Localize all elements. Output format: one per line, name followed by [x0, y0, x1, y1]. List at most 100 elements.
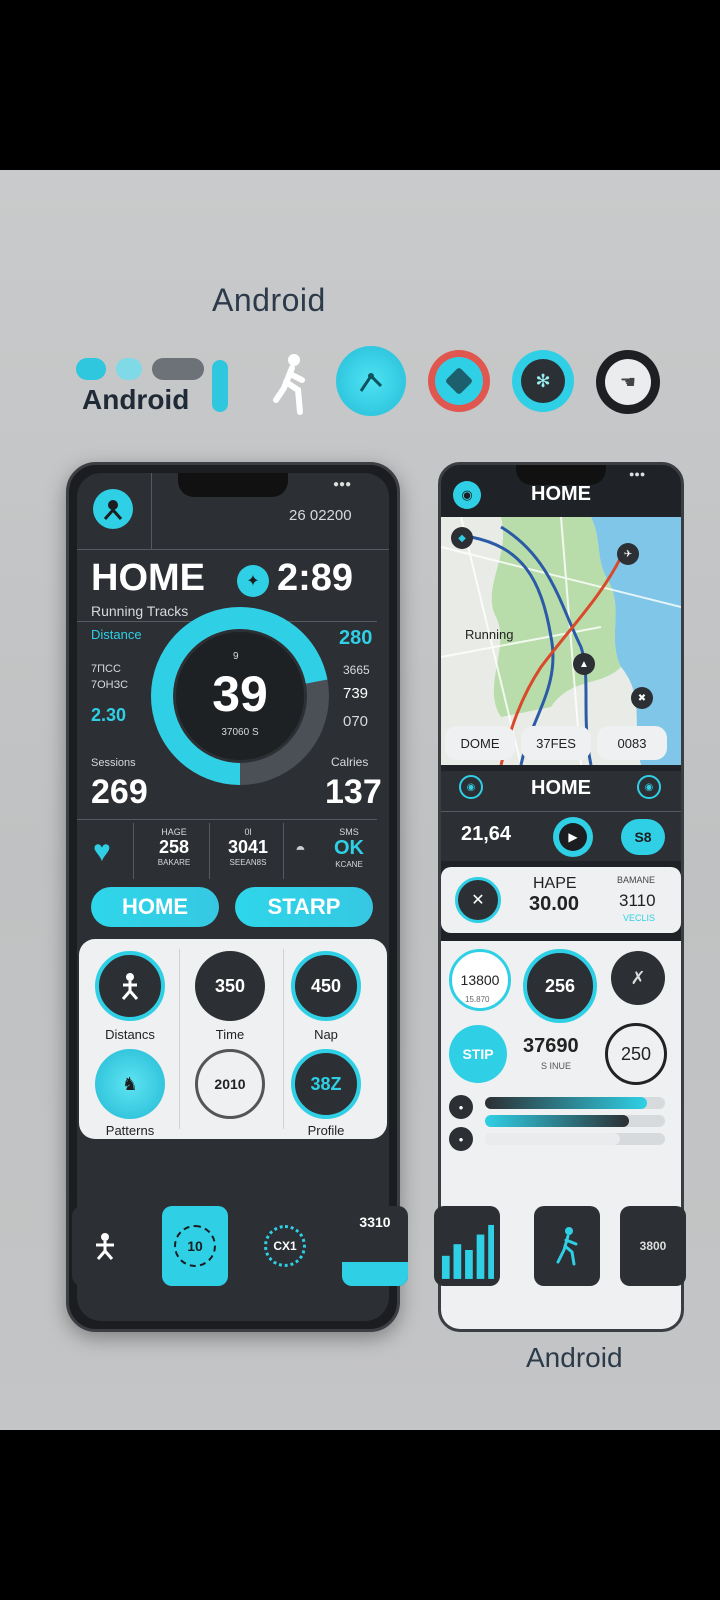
hape-card[interactable]: ✕ HAPE 30.00 BAMANE 3110 VECLIS [441, 867, 681, 933]
heart-icon[interactable]: ♥ [93, 835, 111, 869]
tile-label: Time [215, 1027, 245, 1042]
brand-title: Android [212, 282, 326, 318]
right-stat: 739 [343, 685, 369, 702]
android-logo-group: Android [76, 350, 236, 416]
circle-stat[interactable]: 256 [523, 949, 597, 1023]
showcase-canvas: Android Android ✻ ☚ 26 02200 ●●● HOME ✦ … [0, 170, 720, 1430]
stat-label-distance: Distance [91, 627, 142, 642]
location-icon[interactable]: ◉ [637, 775, 661, 799]
list-tile-icon[interactable]: 3800 [620, 1206, 686, 1286]
walker-tile-icon[interactable] [534, 1206, 600, 1286]
brand-footer: Android [526, 1342, 623, 1373]
clock: 2:89 [277, 557, 354, 599]
cloud-icon[interactable]: ◓ [295, 839, 306, 860]
status-dots: ●●● [629, 469, 646, 479]
mini-stat: HAGE 258 BAKARE [157, 827, 191, 867]
map-pin-icon[interactable]: ✈ [617, 543, 639, 565]
nap-tile[interactable]: 450 [291, 951, 361, 1021]
main-phone: 26 02200 ●●● HOME ✦ 2:89 Running Tracks … [66, 462, 400, 1332]
progress-track [485, 1115, 665, 1127]
chip[interactable]: DOME [445, 726, 515, 760]
patterns-tile[interactable]: ♞ [95, 1049, 165, 1119]
status-value: 26 02200 [289, 507, 352, 524]
list-dot-icon: ● [449, 1095, 473, 1119]
right-stat: 280 [339, 627, 373, 649]
cross-icon[interactable]: ✗ [611, 951, 665, 1005]
home-button[interactable]: HOME [91, 887, 219, 927]
circle-value: 37690 [523, 1035, 579, 1057]
chip[interactable]: 0083 [597, 726, 667, 760]
page-title: HOME [531, 483, 591, 505]
pointer-icon[interactable]: ☚ [596, 350, 660, 414]
mini-stat: 0l 3041 SEEAN8S [227, 827, 269, 867]
pill-icon [76, 358, 106, 380]
camera-notch [178, 473, 288, 497]
stats-icon: ✕ [455, 877, 501, 923]
summary-panel: ◉ HOME ◉ 21,64 ▶ S8 [441, 771, 681, 861]
tile-label: Patterns [105, 1123, 155, 1138]
ring-value: 39 [212, 666, 268, 722]
right-stat: 3665 [343, 663, 370, 677]
route-icon[interactable] [336, 346, 406, 416]
card-right-top: BAMANE [617, 875, 656, 885]
cube-icon[interactable] [428, 350, 490, 412]
tile-label: Nap [314, 1027, 338, 1042]
map-pin-icon[interactable]: ✖ [631, 687, 653, 709]
card-right-value: 3110 [619, 891, 656, 910]
play-button[interactable]: ▶ [553, 817, 593, 857]
card-right-sub: VECLIS [623, 913, 656, 923]
tile-label: Distancs [105, 1027, 155, 1042]
secondary-phone: ◉ HOME ●●● ◆ ✈ ▲ ✖ Running DOME 37FES 00… [438, 462, 684, 1332]
progress-track [485, 1097, 665, 1109]
clock-tile[interactable]: 2010 [195, 1049, 265, 1119]
circle-stat[interactable]: 250 [605, 1023, 667, 1085]
dial-tile-icon[interactable]: CX1 [252, 1206, 318, 1286]
list-dot-icon: ● [449, 1127, 473, 1151]
ring-top: 9 [233, 651, 239, 662]
panel-value: 21,64 [461, 823, 512, 845]
sessions-value: 269 [91, 773, 148, 811]
stat-label: 7ПСС [91, 663, 121, 675]
score-tile-icon[interactable]: 3310 [342, 1206, 408, 1286]
chip[interactable]: 37FES [521, 726, 591, 760]
circle-sub: 15.870 [465, 995, 490, 1004]
sessions-label: Sessions [91, 757, 136, 769]
tile-label: Profile [307, 1123, 345, 1138]
card-value: 30.00 [529, 893, 580, 915]
map-label: Running [465, 627, 514, 642]
stop-button[interactable]: STIP [449, 1025, 507, 1083]
calories-value: 137 [325, 773, 382, 811]
progress-track [485, 1133, 665, 1145]
compass-icon[interactable]: ✦ [237, 565, 269, 597]
map-pin-icon[interactable]: ◆ [451, 527, 473, 549]
profile-icon[interactable] [93, 489, 133, 529]
logo-text: Android [82, 384, 190, 415]
feature-grid: Distancs 350 Time 450 Nap ♞ Patterns 201… [79, 939, 387, 1139]
fan-icon[interactable]: ✻ [512, 350, 574, 412]
page-title: HOME [91, 557, 205, 599]
stat-label: 7ОНЗС [91, 679, 129, 691]
route-map[interactable]: ◆ ✈ ▲ ✖ Running DOME 37FES 0083 [441, 517, 681, 765]
panel-badge[interactable]: S8 [621, 819, 665, 855]
status-dots: ●●● [333, 479, 352, 490]
pill-icon [152, 358, 204, 380]
start-button[interactable]: STARP [235, 887, 373, 927]
pill-icon [116, 358, 142, 380]
mini-stat: SMS OK KCANE [334, 827, 364, 869]
circle-value-sub: S INUE [541, 1061, 572, 1071]
stat-value: 2.30 [91, 705, 127, 725]
runner-tile-icon[interactable] [72, 1206, 138, 1286]
map-pin-icon[interactable]: ▲ [573, 653, 595, 675]
distance-tile[interactable] [95, 951, 165, 1021]
time-tile[interactable]: 350 [195, 951, 265, 1021]
main-phone-screen: 26 02200 ●●● HOME ✦ 2:89 Running Tracks … [77, 473, 389, 1321]
card-title: HAPE [533, 875, 577, 892]
progress-ring: 9 39 37060 S [151, 607, 329, 785]
timer-tile-icon[interactable]: 10 [162, 1206, 228, 1286]
chart-tile-icon[interactable] [434, 1206, 500, 1286]
bar-icon [212, 360, 228, 412]
runner-icon[interactable] [270, 352, 310, 416]
calories-label: Calries [331, 755, 369, 769]
map-chips: DOME 37FES 0083 [441, 721, 681, 765]
profile-tile[interactable]: 38Z [291, 1049, 361, 1119]
